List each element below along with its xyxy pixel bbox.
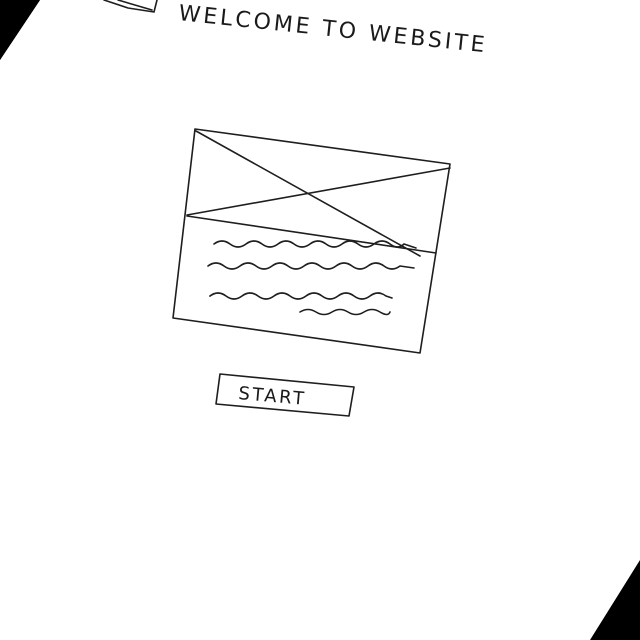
wireframe-sheet: WELCOME TO WEBSITE START [0,0,640,640]
paper-sheet [0,0,640,640]
wireframe-canvas: WELCOME TO WEBSITE START [0,0,640,640]
